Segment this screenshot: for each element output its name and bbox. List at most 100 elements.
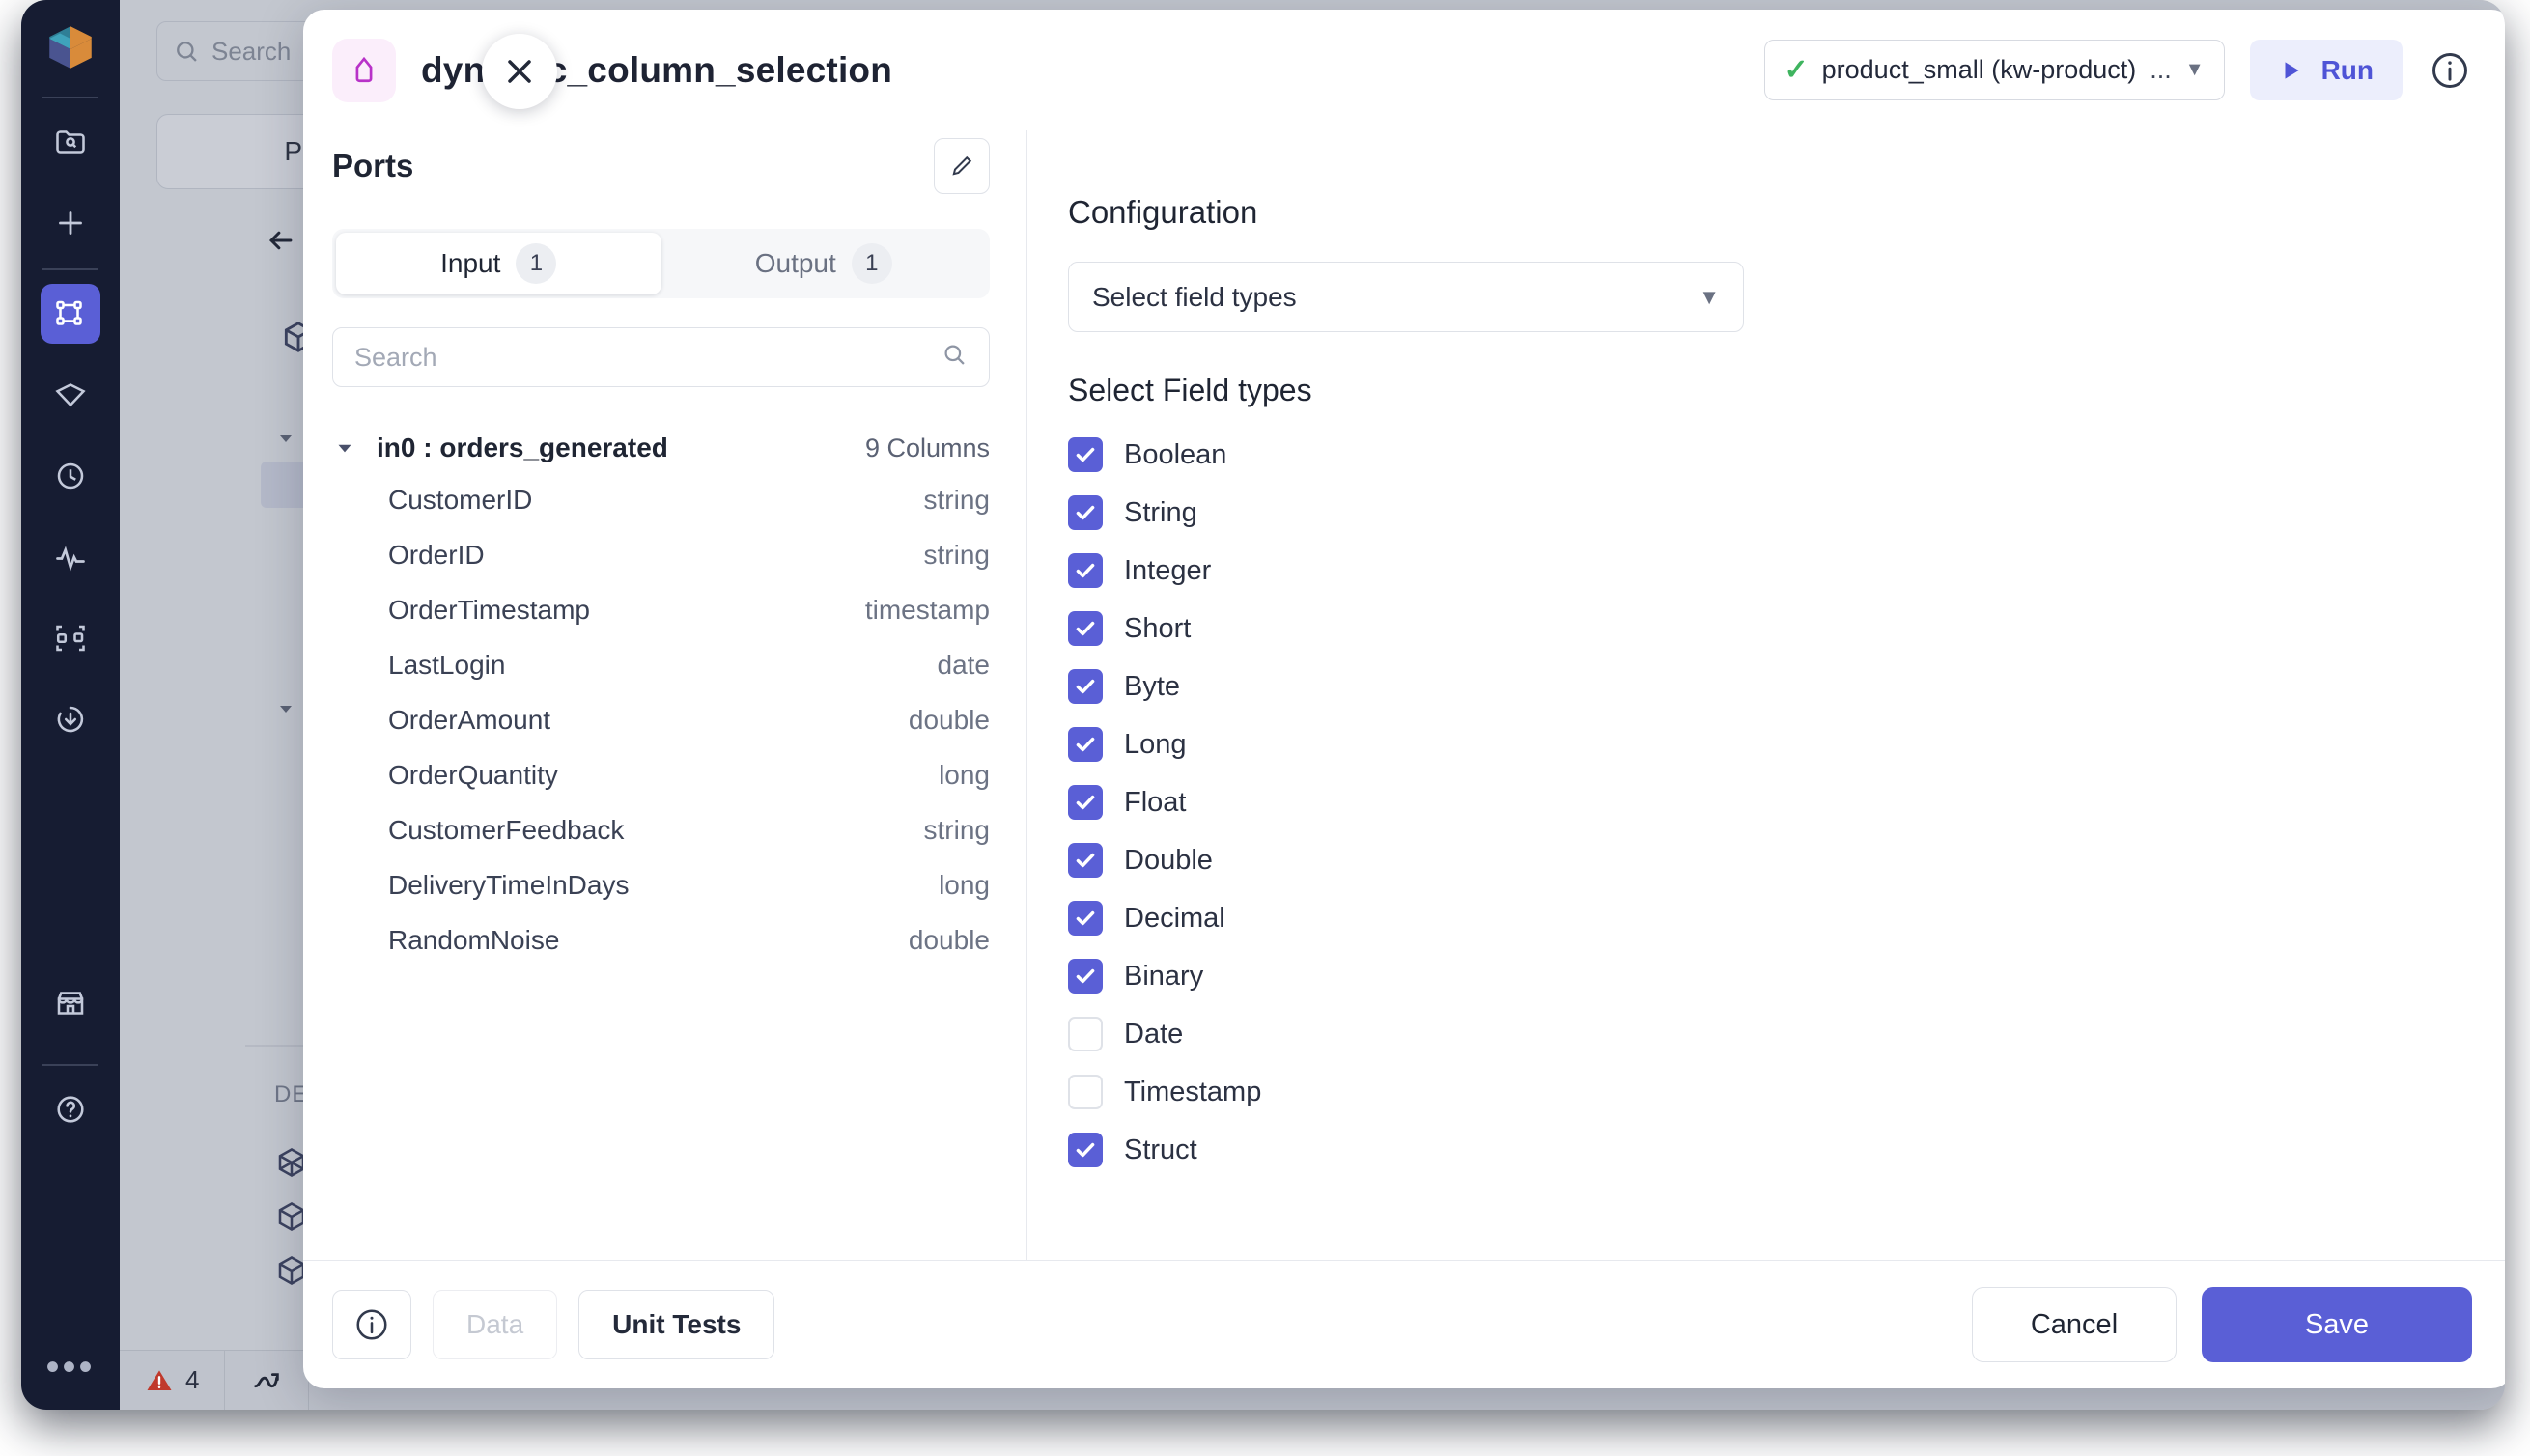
modal-footer-actions: Cancel Save — [1972, 1287, 2472, 1362]
sidebar-item-marketplace[interactable] — [41, 973, 100, 1033]
table-row[interactable]: DeliveryTimeInDays long — [332, 857, 990, 912]
checkbox-row-byte[interactable]: Byte — [1068, 658, 2474, 715]
checkbox-date[interactable] — [1068, 1017, 1103, 1051]
check-icon — [1073, 558, 1098, 583]
checkbox-row-float[interactable]: Float — [1068, 773, 2474, 831]
table-row[interactable]: OrderTimestamp timestamp — [332, 582, 990, 637]
table-row[interactable]: OrderQuantity long — [332, 747, 990, 802]
table-row[interactable]: RandomNoise double — [332, 912, 990, 967]
checkbox-long[interactable] — [1068, 727, 1103, 762]
sidebar-item-add[interactable] — [41, 193, 100, 253]
schema-name: in0 : orders_generated — [377, 433, 668, 463]
configuration-panel: Configuration Select field types ▼ Selec… — [1027, 130, 2505, 1260]
checkbox-row-string[interactable]: String — [1068, 484, 2474, 542]
checkbox-row-long[interactable]: Long — [1068, 715, 2474, 773]
status-trend[interactable] — [225, 1351, 309, 1410]
tab-input-count: 1 — [516, 243, 556, 284]
unit-tests-button[interactable]: Unit Tests — [578, 1290, 774, 1359]
field-types-list: Boolean String Integer — [1068, 426, 2474, 1179]
app-window: ••• Search Proje Back to HelloW Pi — [21, 0, 2505, 1410]
checkbox-label: String — [1124, 497, 1197, 529]
checkbox-integer[interactable] — [1068, 553, 1103, 588]
status-errors[interactable]: 4 — [120, 1351, 225, 1410]
check-icon — [1073, 732, 1098, 757]
search-input[interactable]: Search — [332, 327, 990, 387]
check-icon — [1073, 442, 1098, 467]
checkbox-double[interactable] — [1068, 843, 1103, 878]
cancel-button[interactable]: Cancel — [1972, 1287, 2177, 1362]
table-row[interactable]: CustomerFeedback string — [332, 802, 990, 857]
info-circle-icon — [353, 1306, 390, 1343]
info-circle-icon[interactable] — [2428, 48, 2472, 93]
close-button[interactable] — [482, 34, 557, 109]
checkbox-decimal[interactable] — [1068, 901, 1103, 936]
sidebar-more-icon[interactable]: ••• — [45, 1358, 95, 1377]
run-button-label: Run — [2321, 55, 2374, 86]
sidebar-item-help[interactable] — [41, 1079, 100, 1139]
play-icon — [2279, 57, 2304, 84]
rail-divider-3 — [42, 1064, 98, 1066]
trend-icon — [250, 1364, 283, 1397]
column-type: string — [924, 485, 990, 516]
checkbox-string[interactable] — [1068, 495, 1103, 530]
checkbox-boolean[interactable] — [1068, 437, 1103, 472]
checkbox-row-struct[interactable]: Struct — [1068, 1121, 2474, 1179]
checkbox-byte[interactable] — [1068, 669, 1103, 704]
checkbox-label: Decimal — [1124, 903, 1225, 935]
checkbox-row-binary[interactable]: Binary — [1068, 947, 2474, 1005]
node-config-modal: dynamic_column_selection ✓ product_small… — [303, 10, 2505, 1388]
checkbox-binary[interactable] — [1068, 959, 1103, 994]
table-row[interactable]: OrderAmount double — [332, 692, 990, 747]
schema-header[interactable]: in0 : orders_generated 9 Columns — [332, 424, 990, 472]
checkbox-row-timestamp[interactable]: Timestamp — [1068, 1063, 2474, 1121]
edit-ports-button[interactable] — [934, 138, 990, 194]
environment-ellipsis: ... — [2150, 55, 2172, 85]
checkbox-row-date[interactable]: Date — [1068, 1005, 2474, 1063]
column-name: RandomNoise — [388, 925, 559, 956]
checkbox-timestamp[interactable] — [1068, 1075, 1103, 1109]
column-type: date — [938, 650, 991, 681]
checkbox-struct[interactable] — [1068, 1133, 1103, 1167]
sidebar-item-monitoring[interactable] — [41, 527, 100, 587]
tab-output-count: 1 — [852, 243, 892, 284]
data-button[interactable]: Data — [433, 1290, 557, 1359]
prophecy-logo[interactable] — [41, 17, 100, 77]
checkbox-row-boolean[interactable]: Boolean — [1068, 426, 2474, 484]
gem-node-icon — [332, 39, 396, 102]
checkbox-row-decimal[interactable]: Decimal — [1068, 889, 2474, 947]
checkbox-short[interactable] — [1068, 611, 1103, 646]
tab-output-label: Output — [755, 248, 836, 279]
checkbox-label: Timestamp — [1124, 1077, 1261, 1108]
checkbox-label: Integer — [1124, 555, 1211, 587]
checkbox-label: Double — [1124, 845, 1213, 877]
table-row[interactable]: OrderID string — [332, 527, 990, 582]
run-button[interactable]: Run — [2250, 40, 2403, 100]
environment-selector[interactable]: ✓ product_small (kw-product) ... ▼ — [1764, 40, 2225, 100]
schema-column-list: CustomerID string OrderID string OrderTi… — [332, 472, 990, 967]
schema-column-count: 9 Columns — [865, 434, 990, 463]
sidebar-item-lineage[interactable] — [41, 608, 100, 668]
table-row[interactable]: LastLogin date — [332, 637, 990, 692]
checkbox-row-short[interactable]: Short — [1068, 600, 2474, 658]
table-row[interactable]: CustomerID string — [332, 472, 990, 527]
sidebar-item-search-folder[interactable] — [41, 112, 100, 172]
sidebar-item-gems[interactable] — [41, 365, 100, 425]
sidebar-item-history[interactable] — [41, 446, 100, 506]
sidebar-item-download[interactable] — [41, 689, 100, 749]
tab-output[interactable]: Output 1 — [661, 233, 987, 294]
checkbox-float[interactable] — [1068, 785, 1103, 820]
ports-title: Ports — [332, 148, 413, 184]
field-types-select[interactable]: Select field types ▼ — [1068, 262, 1744, 332]
save-button[interactable]: Save — [2202, 1287, 2472, 1362]
tab-input-label: Input — [440, 248, 500, 279]
column-type: long — [939, 870, 990, 901]
checkbox-row-double[interactable]: Double — [1068, 831, 2474, 889]
checkbox-label: Date — [1124, 1019, 1183, 1050]
tab-input[interactable]: Input 1 — [336, 233, 661, 294]
checkbox-label: Boolean — [1124, 439, 1226, 471]
sidebar-item-pipelines[interactable] — [41, 284, 100, 344]
column-name: CustomerID — [388, 485, 532, 516]
caret-down-icon — [274, 427, 297, 450]
info-button[interactable] — [332, 1290, 411, 1359]
checkbox-row-integer[interactable]: Integer — [1068, 542, 2474, 600]
